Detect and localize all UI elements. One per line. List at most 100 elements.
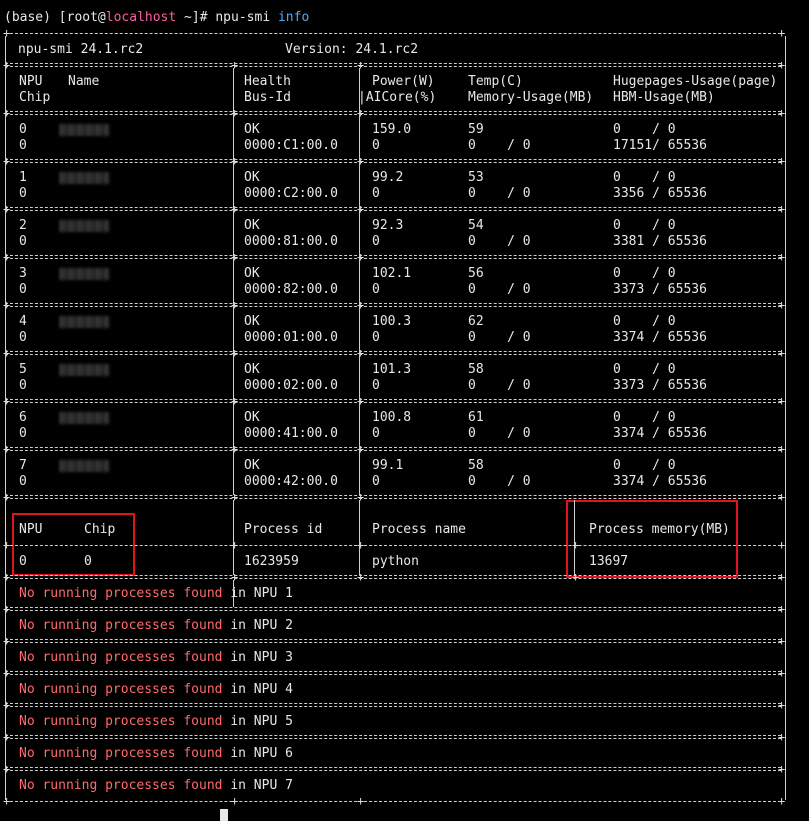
command-name: npu-smi [215,10,278,25]
npu-3-huge: 0 / 0 [613,266,676,281]
no-process-suffix: in NPU [222,586,286,601]
npu-4-npu: 4 [19,314,27,329]
no-process-message: No running processes found [19,778,223,793]
no-process-suffix: in NPU [222,650,286,665]
npu-5-aicore: 0 [372,378,380,393]
npu-5-name-redacted [60,364,110,376]
no-process-npu-id: 1 [285,586,293,601]
npu-0-name-redacted [60,124,110,136]
npu-7-huge: 0 / 0 [613,458,676,473]
npu-0-temp: 59 [468,122,484,137]
table-rule: + + + + + [3,538,786,552]
npu-2-health: OK [244,218,260,233]
npu-6-mem: 0 / 0 [468,426,531,441]
table-double-rule: + + [3,666,786,680]
table-column-border [359,68,360,495]
npu-4-huge: 0 / 0 [613,314,676,329]
col-aicore: |AICore(%) [358,90,437,105]
npu-1-hbm: 3356 / 65536 [613,186,707,201]
conda-env: (base) [4,10,51,25]
no-process-npu-id: 4 [285,682,293,697]
npu-2-mem: 0 / 0 [468,234,531,249]
npu-1-huge: 0 / 0 [613,170,676,185]
npu-2-name-redacted [60,220,110,232]
highlight-process-memory-box [566,500,738,578]
no-process-row: No running processes found in NPU 4 [19,682,293,698]
npu-3-temp: 56 [468,266,484,281]
npu-1-bus-id: 0000:C2:00.0 [244,186,338,201]
npu-7-bus-id: 0000:42:00.0 [244,474,338,489]
npu-7-name-redacted [60,460,110,472]
no-process-row: No running processes found in NPU 3 [19,650,293,666]
npu-1-temp: 53 [468,170,484,185]
no-process-row: No running processes found in NPU 7 [19,778,293,794]
no-process-suffix: in NPU [222,746,286,761]
npu-7-aicore: 0 [372,474,380,489]
npu-2-huge: 0 / 0 [613,218,676,233]
col-hugepages: Hugepages-Usage(page) [613,74,778,89]
table-column-border [574,500,575,575]
npu-6-bus-id: 0000:41:00.0 [244,426,338,441]
no-process-row: No running processes found in NPU 6 [19,746,293,762]
terminal-cursor[interactable] [220,809,228,821]
npu-2-temp: 54 [468,218,484,233]
npu-3-npu: 3 [19,266,27,281]
tool-version: npu-smi 24.1.rc2 [18,42,144,57]
npu-1-name-redacted [60,172,110,184]
npu-2-hbm: 3381 / 65536 [613,234,707,249]
npu-3-power: 102.1 [372,266,412,281]
npu-6-aicore: 0 [372,426,380,441]
npu-5-hbm: 3373 / 65536 [613,378,707,393]
npu-1-chip: 0 [19,186,27,201]
no-process-suffix: in NPU [222,714,286,729]
table-column-border [785,36,786,800]
npu-4-mem: 0 / 0 [468,330,531,345]
npu-4-bus-id: 0000:01:00.0 [244,330,338,345]
no-process-npu-id: 6 [285,746,293,761]
npu-5-health: OK [244,362,260,377]
proc-name: python [372,554,419,569]
npu-3-name-redacted [60,268,110,280]
npu-6-temp: 61 [468,410,484,425]
table-double-rule: + + + + [3,106,786,120]
no-process-message: No running processes found [19,746,223,761]
npu-3-bus-id: 0000:82:00.0 [244,282,338,297]
driver-version: Version: 24.1.rc2 [285,42,419,57]
proc-col-pid: Process id [244,522,323,537]
npu-7-mem: 0 / 0 [468,474,531,489]
npu-3-aicore: 0 [372,282,380,297]
npu-3-hbm: 3373 / 65536 [613,282,707,297]
npu-3-health: OK [244,266,260,281]
npu-1-health: OK [244,170,260,185]
table-double-rule: + + [3,602,786,616]
npu-5-mem: 0 / 0 [468,378,531,393]
col-name: Name [68,74,100,89]
table-double-rule: + + [3,698,786,712]
table-column-border [233,580,234,607]
table-rule: + + + + [3,794,786,808]
npu-5-bus-id: 0000:02:00.0 [244,378,338,393]
npu-7-health: OK [244,458,260,473]
col-hbm: HBM-Usage(MB) [613,90,715,105]
npu-6-huge: 0 / 0 [613,410,676,425]
no-process-npu-id: 5 [285,714,293,729]
npu-7-power: 99.1 [372,458,404,473]
npu-0-power: 159.0 [372,122,412,137]
no-process-message: No running processes found [19,618,223,633]
npu-1-power: 99.2 [372,170,404,185]
proc-pid: 1623959 [244,554,299,569]
table-double-rule: + + + + [3,298,786,312]
table-double-rule: + + + + [3,346,786,360]
table-double-rule: + + [3,730,786,744]
table-double-rule: + + + + + [3,570,786,584]
npu-0-chip: 0 [19,138,27,153]
no-process-suffix: in NPU [222,778,286,793]
npu-5-huge: 0 / 0 [613,362,676,377]
col-power: Power(W) [372,74,435,89]
col-temp: Temp(C) [468,74,523,89]
npu-4-aicore: 0 [372,330,380,345]
table-double-rule: + + + + [3,394,786,408]
npu-4-temp: 62 [468,314,484,329]
no-process-row: No running processes found in NPU 2 [19,618,293,634]
prompt-path: ~]# [176,10,216,25]
